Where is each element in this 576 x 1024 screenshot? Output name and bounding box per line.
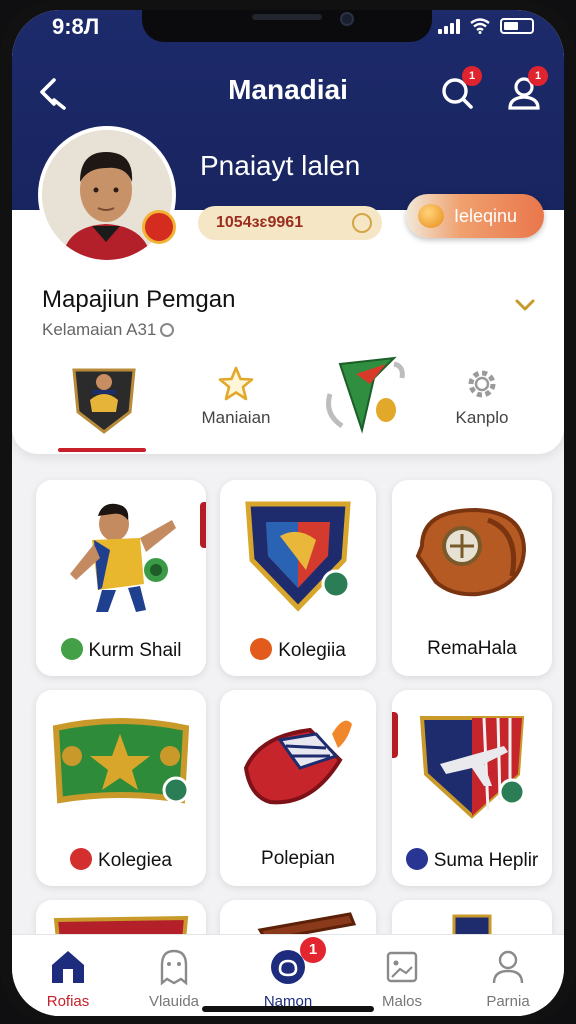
signal-icon: [438, 18, 460, 34]
home-indicator[interactable]: [202, 1006, 374, 1012]
player-figure-icon: [70, 503, 176, 612]
tab-pennant[interactable]: [316, 354, 416, 446]
screen: 9:8Л Manadiai 1 1 Mapajiun Pemgan Kelama…: [12, 10, 564, 1016]
grid-card-kolegiia[interactable]: Kolegiia: [220, 480, 376, 676]
card-dot-icon: [405, 848, 428, 870]
card-edge-marker: [200, 502, 206, 548]
grid-card-polepian[interactable]: Polepian: [220, 690, 376, 886]
bottom-tab-bar: Rofias Vlauida 1 Namon Malos Parnia: [12, 934, 564, 1016]
green-plaque-icon: [52, 718, 190, 804]
wifi-icon: [470, 18, 490, 34]
person-icon: [492, 950, 524, 984]
ghost-icon: [160, 949, 188, 986]
grid-card-remahala[interactable]: RemaHala: [392, 480, 552, 676]
section-title: Mapajiun Pemgan: [42, 286, 236, 313]
grid-card-label: Polepian: [261, 848, 335, 869]
star-icon: [218, 366, 254, 401]
card-edge-marker: [392, 712, 398, 758]
home-icon: [52, 951, 84, 983]
card-dot-icon: [60, 638, 83, 660]
status-icons: [438, 18, 534, 34]
grid-card-kolegiea[interactable]: Kolegiea: [36, 690, 206, 886]
grid-card-kurm-shail[interactable]: Kurm Shail: [36, 480, 206, 676]
red-scarf-icon: [243, 720, 352, 805]
tab-player[interactable]: [56, 354, 152, 446]
card-dot-icon: [70, 848, 93, 870]
section-subtitle: Kelamaian A31: [42, 320, 175, 340]
tab-rofias[interactable]: Rofias: [18, 943, 118, 1013]
shield-crest-icon: [245, 501, 351, 612]
tab-namon[interactable]: 1 Namon: [238, 937, 338, 1013]
team-badge-icon: [142, 210, 176, 244]
tab-maniaian[interactable]: Maniaian: [176, 354, 296, 446]
grid-card-suma-heplir[interactable]: Suma Heplir: [392, 690, 552, 886]
plane-shield-icon: [419, 716, 526, 819]
grid-card-label: Kurm Shail: [36, 638, 206, 662]
green-pennant-icon: [326, 356, 405, 434]
player-shield-icon: [72, 368, 136, 434]
action-button[interactable]: Ieleqinu: [406, 194, 544, 238]
gear-icon: [468, 370, 496, 398]
notch: [142, 10, 432, 42]
tab-malos[interactable]: Malos: [352, 943, 452, 1013]
leather-ball-icon: [415, 507, 527, 597]
tab-vlauida[interactable]: Vlauida: [124, 943, 224, 1013]
chevron-down-icon[interactable]: [514, 294, 536, 316]
tab-kanplo[interactable]: Kanplo: [432, 354, 532, 446]
player-name: Pnaiayt lalen: [200, 150, 361, 181]
search-badge: 1: [462, 66, 482, 86]
info-icon: [160, 323, 175, 337]
coin-icon: [418, 204, 444, 228]
profile-button[interactable]: 1: [502, 66, 548, 114]
status-time: 9:8Л: [52, 14, 100, 39]
active-tab-indicator: [58, 448, 146, 452]
card-dot-icon: [250, 638, 273, 660]
photo-icon: [386, 951, 418, 983]
tab-namon-badge: 1: [300, 937, 326, 963]
search-button[interactable]: 1: [436, 66, 482, 114]
battery-icon: [500, 18, 534, 34]
tab-parnia[interactable]: Parnia: [458, 943, 558, 1013]
profile-tabs: Maniaian Kanplo: [56, 354, 536, 454]
player-id-pill[interactable]: 1054ᴈɛ9961: [198, 206, 382, 240]
grid-card-label: Suma Heplir: [392, 848, 552, 872]
copy-icon: [352, 213, 372, 233]
grid-card-label: RemaHala: [427, 638, 517, 659]
grid-card-label: Kolegiea: [36, 848, 206, 872]
phone-frame: 9:8Л Manadiai 1 1 Mapajiun Pemgan Kelama…: [0, 0, 576, 1024]
grid-card-label: Kolegiia: [220, 638, 376, 662]
profile-badge: 1: [528, 66, 548, 86]
